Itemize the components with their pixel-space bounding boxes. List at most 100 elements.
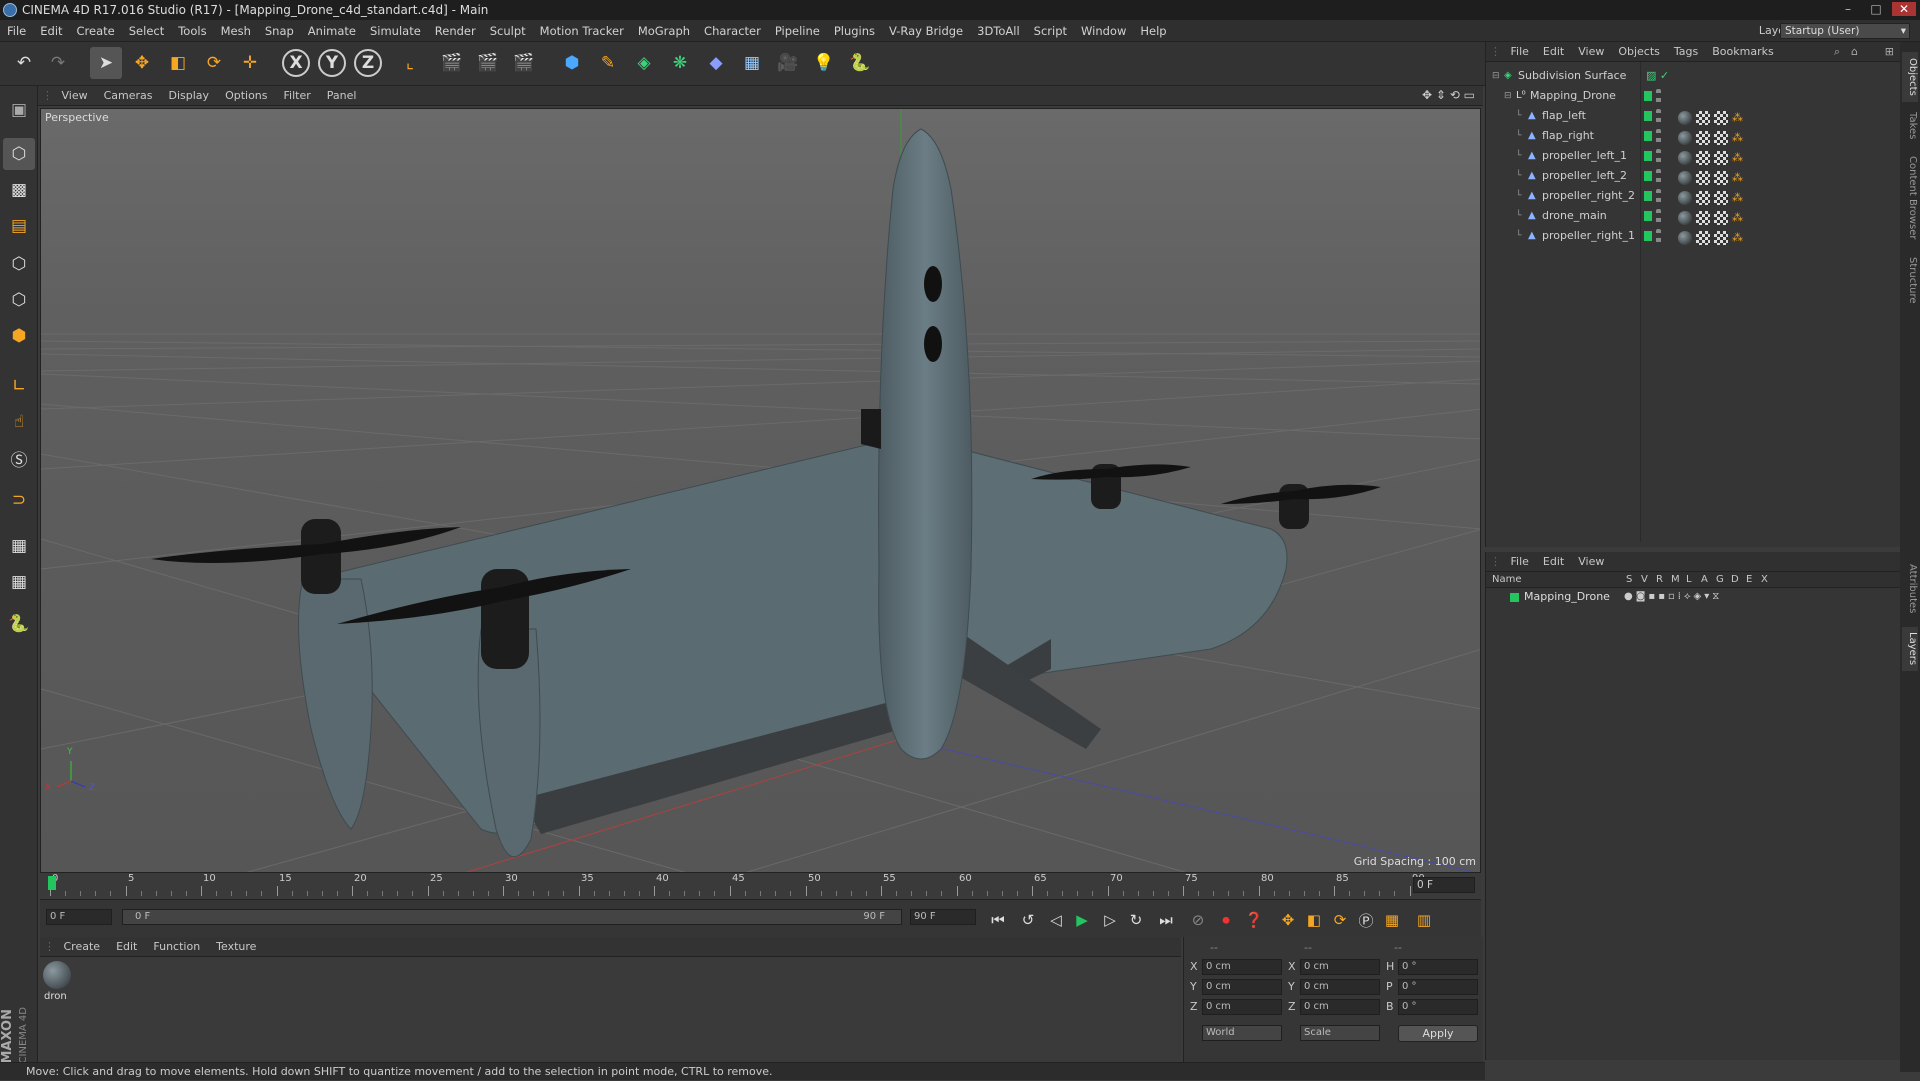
visibility-dots-icon[interactable] <box>1656 189 1661 203</box>
menu-vray-bridge[interactable]: V-Ray Bridge <box>882 20 970 42</box>
minimize-button[interactable]: – <box>1836 2 1860 16</box>
size-x-field[interactable]: 0 cm <box>1300 959 1380 975</box>
om-menu-tags[interactable]: Tags <box>1667 42 1705 62</box>
cloner-icon[interactable]: ❋ <box>664 47 696 79</box>
pos-x-field[interactable]: 0 cm <box>1202 959 1282 975</box>
material-menu-create[interactable]: Create <box>56 937 109 957</box>
magnet-icon[interactable]: ⊃ <box>3 484 35 516</box>
start-frame-field[interactable]: 0 F <box>46 909 112 925</box>
material-menu-texture[interactable]: Texture <box>208 937 264 957</box>
layer-flags-icons[interactable]: ●◙▪▪▫⁞⟡◈▾⧖ <box>1624 588 1722 606</box>
visibility-dots-icon[interactable] <box>1656 149 1661 163</box>
om-menu-view[interactable]: View <box>1571 42 1611 62</box>
playhead[interactable] <box>48 876 56 890</box>
key-grid-icon[interactable]: ▦ <box>1380 908 1404 932</box>
select-arrow-icon[interactable]: ➤ <box>90 47 122 79</box>
menu-sculpt[interactable]: Sculpt <box>483 20 533 42</box>
tab-takes[interactable]: Takes <box>1902 108 1918 144</box>
material-menu-edit[interactable]: Edit <box>108 937 145 957</box>
layer-color-icon[interactable] <box>1644 211 1652 221</box>
menu-pipeline[interactable]: Pipeline <box>768 20 827 42</box>
menu-mesh[interactable]: Mesh <box>214 20 258 42</box>
keyframe-icon[interactable]: ⊘ <box>1186 908 1210 932</box>
menu-file[interactable]: File <box>0 20 33 42</box>
search-icon[interactable]: ⌕ <box>1834 45 1840 59</box>
home-icon[interactable]: ⌂ <box>1851 45 1858 58</box>
pen-spline-icon[interactable]: ✎ <box>592 47 624 79</box>
auto-key-icon[interactable]: ❓ <box>1242 908 1266 932</box>
tweak-icon[interactable]: ☝ <box>3 406 35 438</box>
menu-simulate[interactable]: Simulate <box>363 20 428 42</box>
model-mode-icon[interactable]: ⬡ <box>3 138 35 170</box>
material-tags-icon[interactable]: ⁂ <box>1678 228 1743 245</box>
material-tags-icon[interactable]: ⁂ <box>1678 128 1743 145</box>
python-icon[interactable]: 🐍 <box>3 608 35 640</box>
deformer-icon[interactable]: ◆ <box>700 47 732 79</box>
grid-snap-icon[interactable]: ▦ <box>3 566 35 598</box>
material-menu-function[interactable]: Function <box>145 937 208 957</box>
size-z-field[interactable]: 0 cm <box>1300 999 1380 1015</box>
polygon-mode-icon[interactable]: ⬢ <box>3 320 35 352</box>
visibility-dots-icon[interactable] <box>1656 89 1661 103</box>
object-row[interactable]: └ ▲ drone_main ⁂ <box>1486 206 1898 226</box>
new-window-icon[interactable]: ⊞ <box>1885 45 1894 58</box>
z-axis-icon[interactable]: Z <box>354 49 382 77</box>
next-key-icon[interactable]: ↻ <box>1124 908 1148 932</box>
rotate-icon[interactable]: ⟳ <box>198 47 230 79</box>
menu-plugins[interactable]: Plugins <box>827 20 882 42</box>
om-menu-bookmarks[interactable]: Bookmarks <box>1705 42 1780 62</box>
light-icon[interactable]: 💡 <box>808 47 840 79</box>
layer-color-icon[interactable] <box>1644 231 1652 241</box>
object-row[interactable]: └ ▲ propeller_left_2 ⁂ <box>1486 166 1898 186</box>
menu-character[interactable]: Character <box>697 20 768 42</box>
menu-tools[interactable]: Tools <box>171 20 213 42</box>
redo-icon[interactable]: ↷ <box>42 47 74 79</box>
layer-color-icon[interactable] <box>1644 191 1652 201</box>
material-tags-icon[interactable]: ⁂ <box>1678 108 1743 125</box>
end-frame-field[interactable]: 90 F <box>910 909 976 925</box>
om-menu-edit[interactable]: Edit <box>1536 42 1571 62</box>
move-icon[interactable]: ✥ <box>126 47 158 79</box>
viewport-menu-filter[interactable]: Filter <box>276 86 319 106</box>
axis-mode-icon[interactable]: ∟ <box>3 370 35 402</box>
camera-icon[interactable]: 🎥 <box>772 47 804 79</box>
om-menu-file[interactable]: File <box>1504 42 1536 62</box>
menu-3dtoall[interactable]: 3DToAll <box>970 20 1027 42</box>
coordinate-mode-dropdown[interactable]: Scale <box>1300 1025 1380 1041</box>
close-button[interactable]: ✕ <box>1892 2 1916 16</box>
viewport-menu-view[interactable]: View <box>54 86 96 106</box>
go-to-end-icon[interactable]: ⏭ <box>1154 908 1178 932</box>
snap-icon[interactable]: Ⓢ <box>3 442 35 474</box>
make-editable-icon[interactable]: ▣ <box>3 94 35 126</box>
frame-range-slider[interactable]: 0 F 90 F <box>122 909 902 925</box>
play-icon[interactable]: ▶ <box>1070 908 1094 932</box>
menu-create[interactable]: Create <box>70 20 122 42</box>
undo-icon[interactable]: ↶ <box>8 47 40 79</box>
layer-color-icon[interactable] <box>1644 111 1652 121</box>
menu-animate[interactable]: Animate <box>301 20 363 42</box>
lm-menu-edit[interactable]: Edit <box>1536 552 1571 572</box>
lm-menu-file[interactable]: File <box>1504 552 1536 572</box>
live-selection-icon[interactable]: ✛ <box>234 47 266 79</box>
texture-mode-icon[interactable]: ▩ <box>3 174 35 206</box>
material-tags-icon[interactable]: ⁂ <box>1678 168 1743 185</box>
viewport-menu-cameras[interactable]: Cameras <box>96 86 161 106</box>
next-frame-icon[interactable]: ▷ <box>1098 908 1122 932</box>
workplane-icon[interactable]: ▤ <box>3 210 35 242</box>
point-mode-icon[interactable]: ⬡ <box>3 248 35 280</box>
menu-motion-tracker[interactable]: Motion Tracker <box>533 20 631 42</box>
layer-color-icon[interactable] <box>1644 131 1652 141</box>
layout-dropdown[interactable]: Startup (User) ▾ <box>1780 23 1910 39</box>
viewport-perspective[interactable]: Perspective Y X Z Grid Spacing : 100 cm <box>40 108 1481 873</box>
go-to-start-icon[interactable]: ⏮ <box>986 908 1010 932</box>
visibility-dots-icon[interactable] <box>1656 169 1661 183</box>
key-move-icon[interactable]: ✥ <box>1276 908 1300 932</box>
viewport-menu-options[interactable]: Options <box>217 86 275 106</box>
menu-snap[interactable]: Snap <box>258 20 301 42</box>
layer-row[interactable]: Mapping_Drone ●◙▪▪▫⁞⟡◈▾⧖ <box>1486 588 1900 606</box>
record-icon[interactable]: ⏺ <box>1214 908 1238 932</box>
menu-render[interactable]: Render <box>428 20 483 42</box>
edge-mode-icon[interactable]: ⬡ <box>3 284 35 316</box>
visibility-dots-icon[interactable] <box>1656 209 1661 223</box>
menu-select[interactable]: Select <box>122 20 171 42</box>
